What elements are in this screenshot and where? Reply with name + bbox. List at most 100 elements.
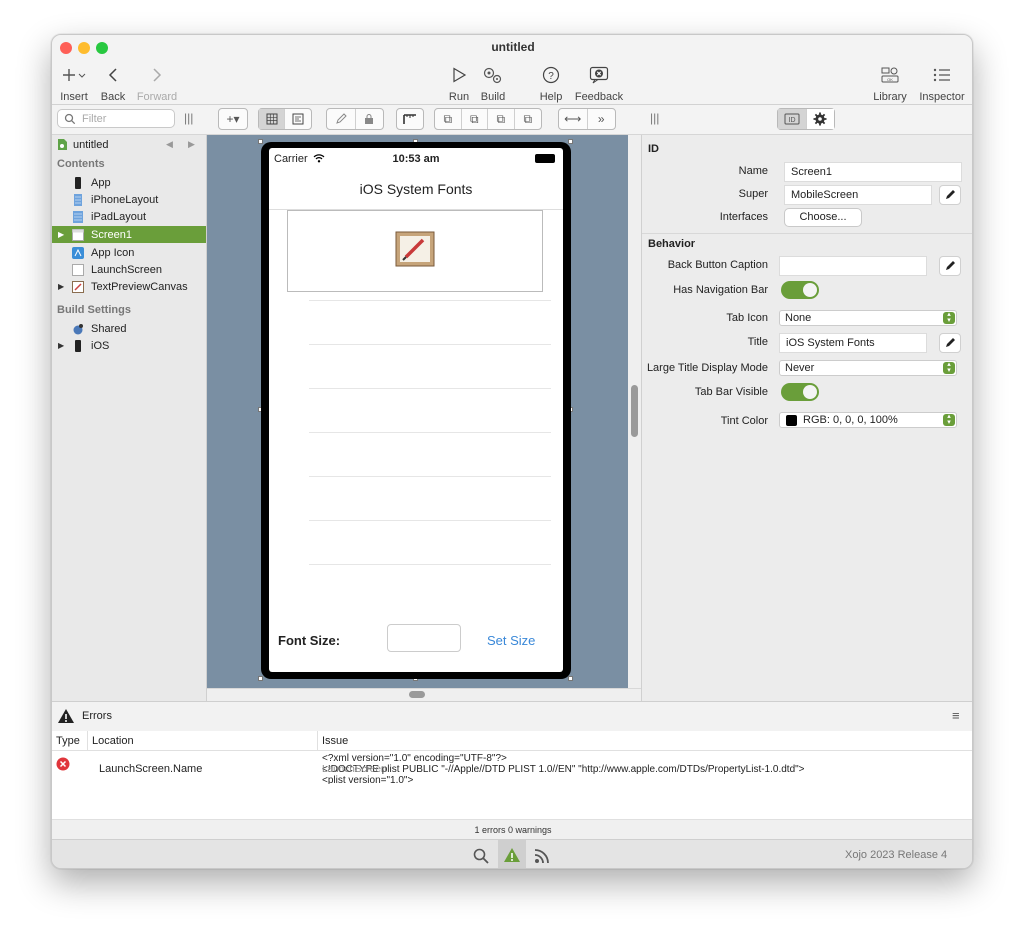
add-control-button[interactable]: +▾ xyxy=(218,108,248,130)
app-icon-icon xyxy=(72,246,84,259)
name-field[interactable]: Screen1 xyxy=(784,162,962,182)
layout-canvas[interactable]: Carrier 10:53 am iOS System Fonts Font S… xyxy=(207,135,628,688)
inspector-label: Inspector xyxy=(919,91,965,103)
chevron-right-icon xyxy=(136,63,178,87)
grid-layout-icon[interactable] xyxy=(259,109,285,129)
column-header-location[interactable]: Location xyxy=(92,735,134,747)
super-field[interactable]: MobileScreen xyxy=(784,185,932,205)
forward-button[interactable]: Forward xyxy=(136,63,178,103)
tab-bar-visible-toggle[interactable] xyxy=(781,383,819,401)
nav-item-label: LaunchScreen xyxy=(91,263,162,276)
settings-gear-icon[interactable] xyxy=(806,109,834,129)
edit-title-button[interactable] xyxy=(939,333,961,353)
canvas-horizontal-scrollbar[interactable] xyxy=(207,688,641,701)
inspector-tab-group[interactable]: ID xyxy=(777,108,835,130)
send-back-icon[interactable]: ⧉ xyxy=(515,109,541,129)
font-size-field[interactable] xyxy=(387,624,461,652)
large-title-select[interactable]: Never ▴ ▾ xyxy=(779,360,957,376)
phone-icon xyxy=(75,176,81,189)
pencil-icon[interactable] xyxy=(327,109,356,129)
vertical-scroll-thumb[interactable] xyxy=(631,385,638,437)
column-divider xyxy=(317,731,318,751)
errors-tab-button[interactable] xyxy=(498,840,526,868)
tab-icon-select[interactable]: None ▴ ▾ xyxy=(779,310,957,326)
library-button[interactable]: OK Library xyxy=(870,63,910,103)
insert-label: Insert xyxy=(60,91,88,103)
filter-input[interactable]: Filter xyxy=(57,109,175,128)
table-row[interactable]: LaunchScreen.Name <?xml version="1.0" en… xyxy=(52,751,972,785)
back-caption-field[interactable] xyxy=(779,256,927,276)
color-swatch xyxy=(786,415,797,426)
resize-handle[interactable] xyxy=(568,676,573,681)
phone-screen[interactable]: Carrier 10:53 am iOS System Fonts Font S… xyxy=(269,148,563,672)
hamburger-menu-icon[interactable]: ≡ xyxy=(952,708,960,723)
inspector-resize-handle[interactable]: ||| xyxy=(650,111,659,125)
library-icon: OK xyxy=(870,63,910,87)
view-mode-toggle[interactable] xyxy=(258,108,312,130)
lock-icon[interactable] xyxy=(356,109,384,129)
edit-back-caption-button[interactable] xyxy=(939,256,961,276)
nav-item-shared[interactable]: Shared xyxy=(52,320,206,337)
run-button[interactable]: Run xyxy=(446,63,472,103)
canvas-icon xyxy=(72,280,84,293)
sidebar-resize-handle[interactable]: ||| xyxy=(184,111,193,125)
nav-item-iphonelayout[interactable]: iPhoneLayout xyxy=(52,191,206,208)
svg-text:ID: ID xyxy=(788,117,795,124)
nav-item-screen1[interactable]: ▶ Screen1 xyxy=(52,226,206,243)
title-bar: untitled Insert Back Forward Run Build ?… xyxy=(52,35,972,105)
resize-icon[interactable]: ⟷ xyxy=(559,109,588,129)
resize-handle[interactable] xyxy=(258,139,263,144)
send-backward-icon[interactable]: ⧉ xyxy=(488,109,515,129)
resize-handle[interactable] xyxy=(258,676,263,681)
inspector-button[interactable]: Inspector xyxy=(916,63,968,103)
layout-tools-group[interactable]: ⟷ » xyxy=(558,108,616,130)
bring-front-icon[interactable]: ⧉ xyxy=(435,109,462,129)
error-issue: <?xml version="1.0" encoding="UTF-8"?> L… xyxy=(322,753,972,784)
bring-forward-icon[interactable]: ⧉ xyxy=(462,109,488,129)
search-icon[interactable] xyxy=(473,848,489,864)
ruler-button[interactable] xyxy=(396,108,424,130)
arrange-group[interactable]: ⧉ ⧉ ⧉ ⧉ xyxy=(434,108,542,130)
double-chevron-icon[interactable]: » xyxy=(588,109,616,129)
title-field[interactable]: iOS System Fonts xyxy=(779,333,927,353)
insert-button[interactable]: Insert xyxy=(56,63,92,103)
nav-item-launchscreen[interactable]: LaunchScreen xyxy=(52,261,206,278)
id-tab-icon[interactable]: ID xyxy=(778,109,807,129)
resize-handle[interactable] xyxy=(568,139,573,144)
edit-super-button[interactable] xyxy=(939,185,961,205)
feedback-button[interactable]: Feedback xyxy=(574,63,624,103)
screen-icon xyxy=(72,263,84,276)
disclosure-triangle-icon[interactable]: ▶ xyxy=(58,230,64,239)
has-nav-bar-toggle[interactable] xyxy=(781,281,819,299)
choose-interfaces-button[interactable]: Choose... xyxy=(784,208,862,227)
warning-icon xyxy=(504,848,520,862)
pencil-icon xyxy=(946,338,955,347)
project-file-icon xyxy=(58,139,67,150)
column-header-issue[interactable]: Issue xyxy=(322,735,348,747)
rss-feed-icon[interactable] xyxy=(534,848,550,864)
edit-tools-group[interactable] xyxy=(326,108,384,130)
column-header-type[interactable]: Type xyxy=(56,735,80,747)
nav-item-app[interactable]: App xyxy=(52,174,206,191)
code-view-icon[interactable] xyxy=(285,109,311,129)
nav-back-icon[interactable]: ◀ xyxy=(166,139,173,150)
set-size-button[interactable]: Set Size xyxy=(487,633,535,648)
disclosure-triangle-icon[interactable]: ▶ xyxy=(58,282,64,291)
tint-color-picker[interactable]: RGB: 0, 0, 0, 100% ▴ ▾ xyxy=(779,412,957,428)
nav-forward-icon[interactable]: ▶ xyxy=(188,139,195,150)
disclosure-triangle-icon[interactable]: ▶ xyxy=(58,341,64,350)
plus-icon xyxy=(56,63,92,87)
nav-item-app-icon[interactable]: App Icon xyxy=(52,244,206,261)
nav-item-textpreviewcanvas[interactable]: ▶ TextPreviewCanvas xyxy=(52,278,206,295)
nav-item-ios[interactable]: ▶ iOS xyxy=(52,337,206,354)
nav-item-ipadlayout[interactable]: iPadLayout xyxy=(52,208,206,225)
help-button[interactable]: ? Help xyxy=(538,63,564,103)
project-root[interactable]: untitled ◀ ▶ xyxy=(52,136,206,153)
id-section-header: ID xyxy=(648,143,659,155)
image-viewer[interactable] xyxy=(287,210,543,292)
canvas-vertical-scrollbar[interactable] xyxy=(628,135,641,688)
build-button[interactable]: Build xyxy=(478,63,508,103)
horizontal-scroll-thumb[interactable] xyxy=(409,691,425,698)
back-button[interactable]: Back xyxy=(96,63,130,103)
svg-text:OK: OK xyxy=(887,77,893,82)
